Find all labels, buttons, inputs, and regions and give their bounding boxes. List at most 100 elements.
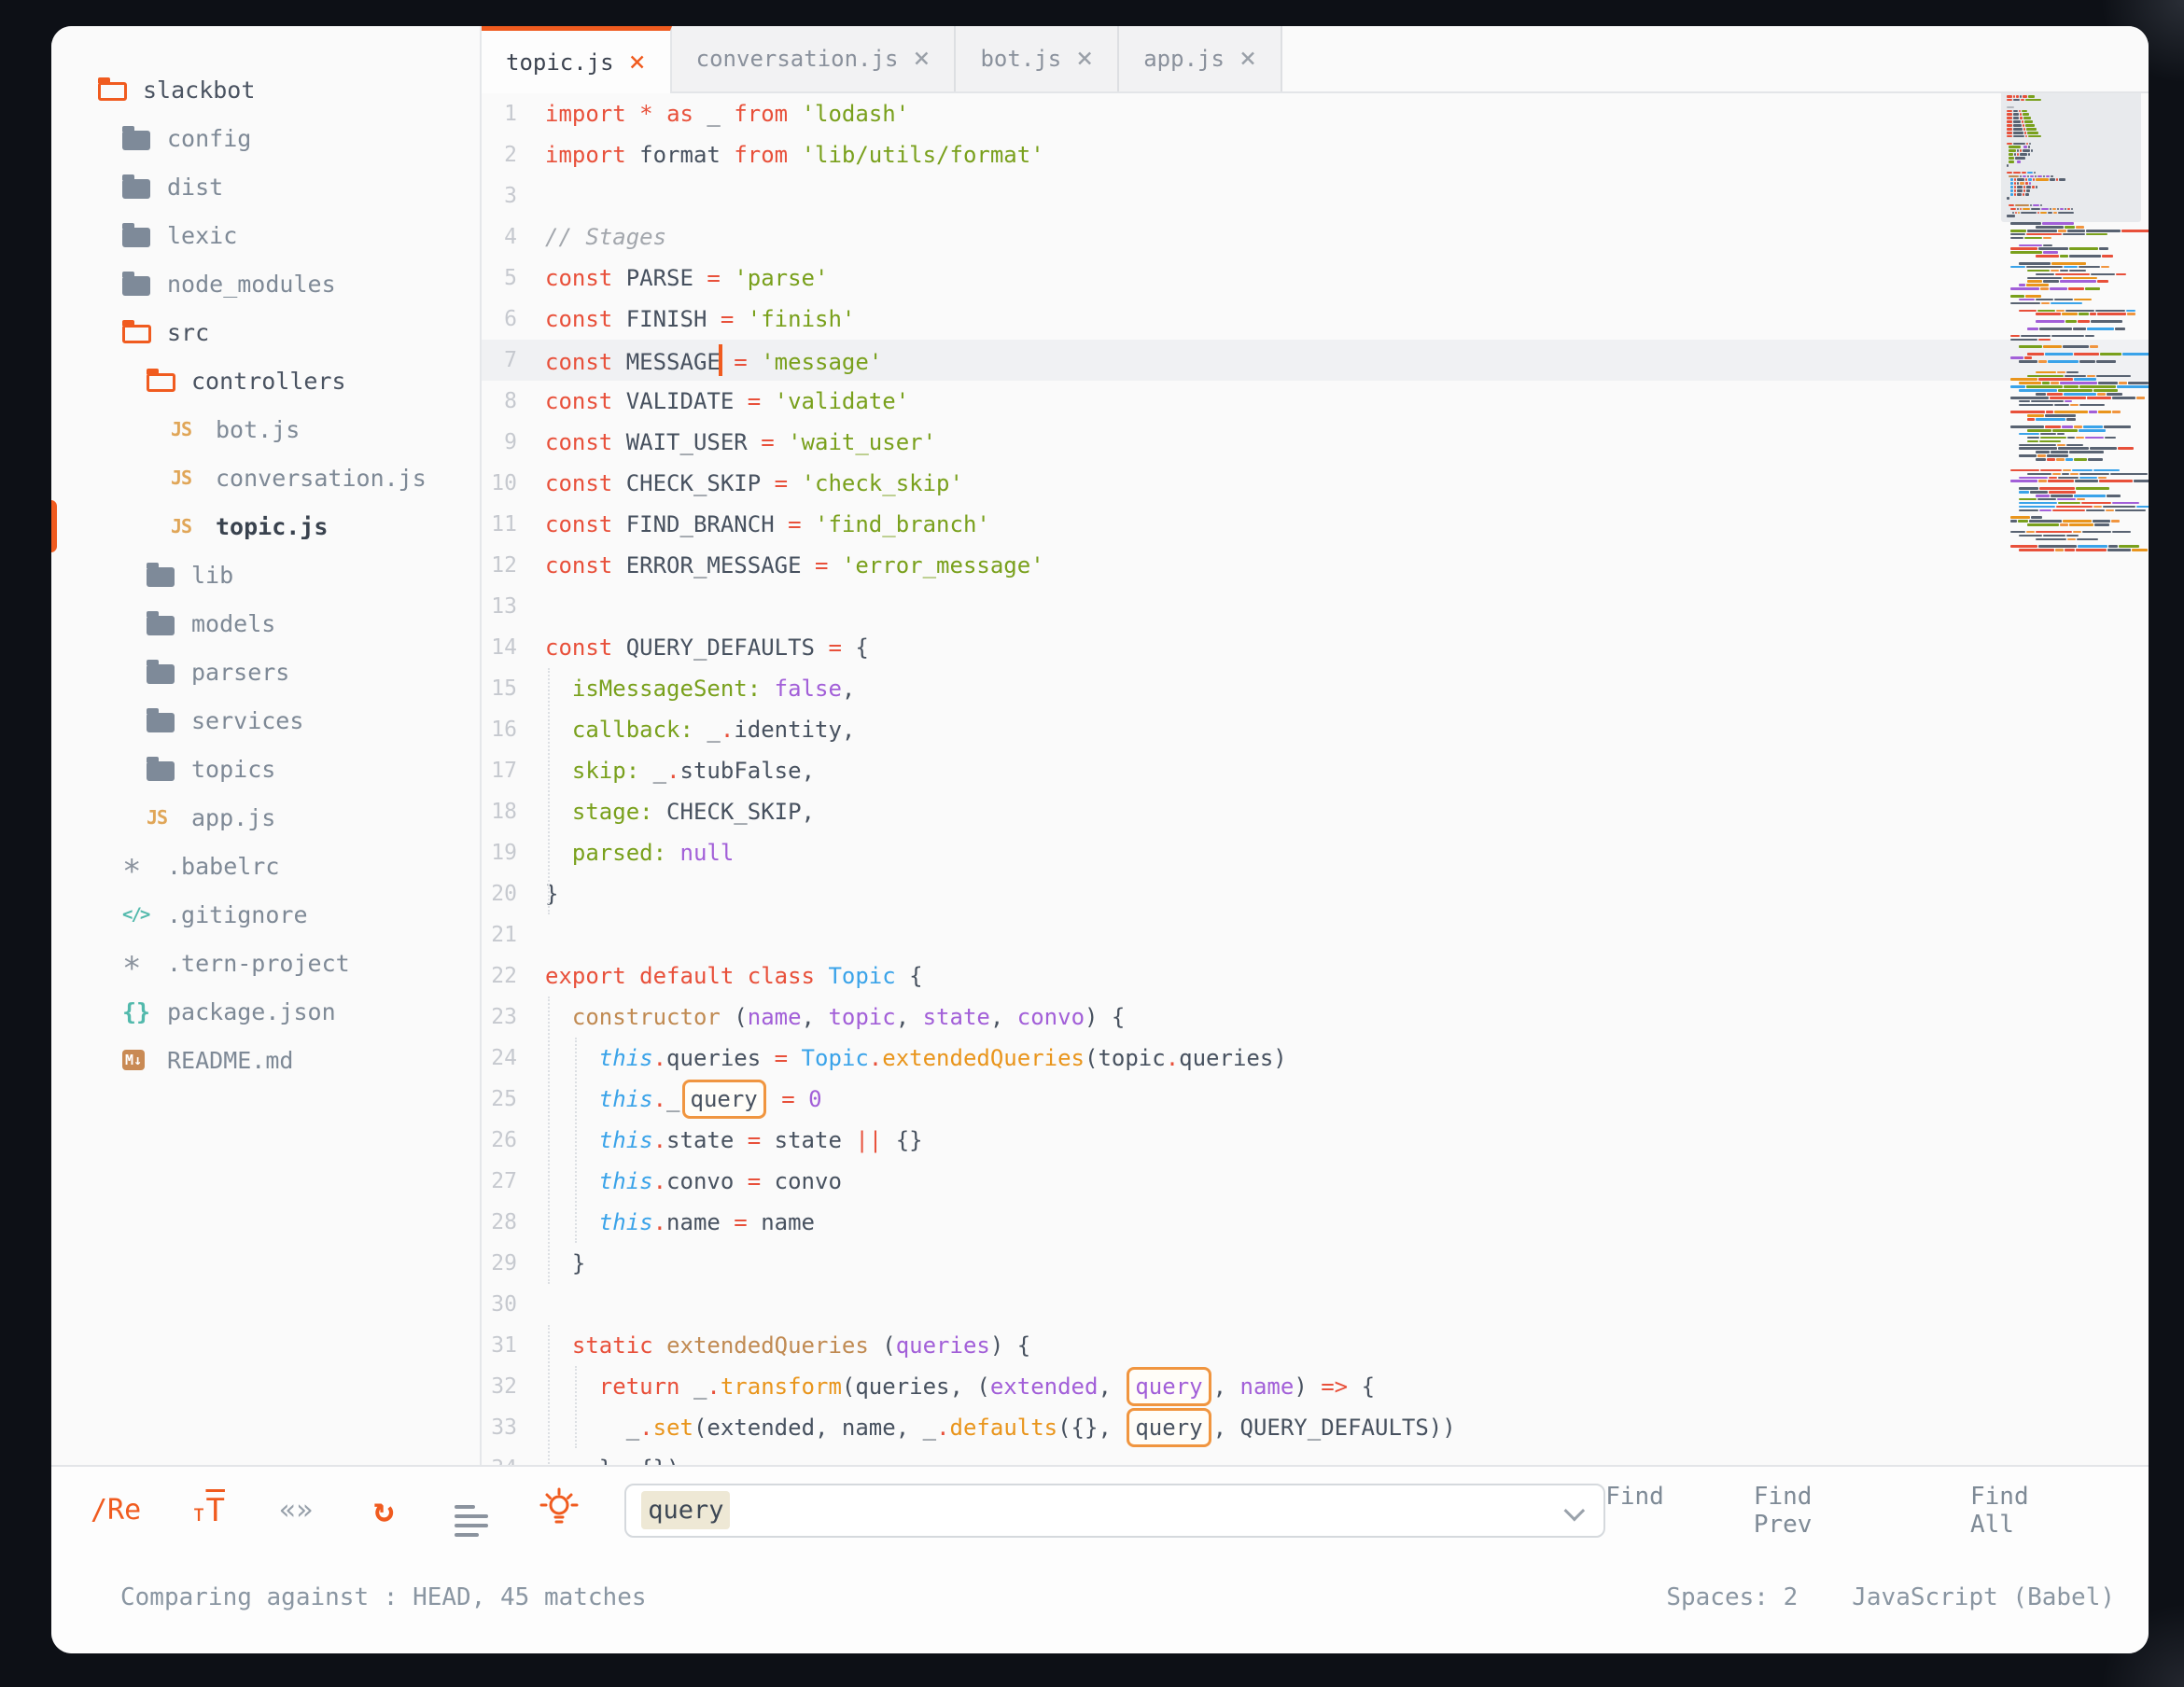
code-editor[interactable]: 1 import * as _ from 'lodash' 2 import form… <box>482 93 2149 1465</box>
line-number: 4 <box>504 225 517 249</box>
js-icon: JS <box>171 418 192 440</box>
code-line[interactable]: 4 // Stages <box>482 216 2149 258</box>
code-text: this._ query = 0 <box>545 1080 822 1119</box>
sidebar-item-node-modules[interactable]: node_modules <box>51 259 480 308</box>
code-line[interactable]: 34 }, {}) <box>482 1448 2149 1465</box>
sidebar-item-label: config <box>167 124 252 152</box>
sidebar-item-models[interactable]: models <box>51 599 480 648</box>
code-line[interactable]: 27 this.convo = convo <box>482 1161 2149 1202</box>
close-icon[interactable]: × <box>913 45 930 73</box>
tab-topic-js[interactable]: topic.js × <box>482 26 672 93</box>
spaces-indicator[interactable]: Spaces: 2 <box>1666 1583 1798 1611</box>
selection-icon[interactable]: «» <box>275 1494 316 1527</box>
tab-app-js[interactable]: app.js × <box>1119 26 1282 91</box>
js-icon: JS <box>147 806 168 829</box>
code-line[interactable]: 29 } <box>482 1243 2149 1284</box>
sidebar-item-readme-md[interactable]: M↓ README.md <box>51 1036 480 1084</box>
wrap-icon[interactable]: ↻ <box>363 1491 404 1529</box>
code-line[interactable]: 33 _.set(extended, name, _.defaults({}, … <box>482 1407 2149 1448</box>
code-line[interactable]: 15 isMessageSent: false, <box>482 668 2149 709</box>
code-line[interactable]: 5 const PARSE = 'parse' <box>482 258 2149 299</box>
sidebar-item-conversation-js[interactable]: JS conversation.js <box>51 453 480 502</box>
language-indicator[interactable]: JavaScript (Babel) <box>1852 1583 2115 1611</box>
sidebar-item-lib[interactable]: lib <box>51 551 480 599</box>
line-number: 20 <box>491 882 517 906</box>
sidebar-item-label: models <box>191 609 276 637</box>
code-line[interactable]: 13 <box>482 586 2149 627</box>
find-prev-button[interactable]: Find Prev <box>1754 1483 1881 1539</box>
sidebar-item--gitignore[interactable]: </> .gitignore <box>51 890 480 939</box>
find-button[interactable]: Find <box>1605 1483 1664 1539</box>
folder-icon <box>122 174 158 199</box>
sidebar-item-slackbot[interactable]: slackbot <box>51 65 480 114</box>
line-number: 15 <box>491 676 517 701</box>
sidebar-item-label: .gitignore <box>167 900 308 928</box>
sidebar-item-topics[interactable]: topics <box>51 745 480 793</box>
line-number: 13 <box>491 594 517 619</box>
code-line[interactable]: 8 const VALIDATE = 'validate' <box>482 381 2149 422</box>
code-text: callback: _.identity, <box>571 717 856 743</box>
code-line[interactable]: 17 skip: _.stubFalse, <box>482 750 2149 791</box>
folder-icon <box>147 610 182 635</box>
line-number: 30 <box>491 1292 517 1317</box>
code-line[interactable]: 22 export default class Topic { <box>482 955 2149 997</box>
code-line[interactable]: 16 callback: _.identity, <box>482 709 2149 750</box>
code-line[interactable]: 20} <box>482 873 2149 914</box>
code-line[interactable]: 14 const QUERY_DEFAULTS = { <box>482 627 2149 668</box>
code-line[interactable]: 12 const ERROR_MESSAGE = 'error_message' <box>482 545 2149 586</box>
indent-guide <box>575 1366 577 1448</box>
code-line[interactable]: 6 const FINISH = 'finish' <box>482 299 2149 340</box>
line-number: 7 <box>504 348 517 372</box>
line-number: 9 <box>504 430 517 454</box>
code-line[interactable]: 25 this._ query = 0 <box>482 1079 2149 1120</box>
sidebar-item--tern-project[interactable]: * .tern-project <box>51 939 480 987</box>
sidebar-item-lexic[interactable]: lexic <box>51 211 480 259</box>
sidebar-item-parsers[interactable]: parsers <box>51 648 480 696</box>
tab-conversation-js[interactable]: conversation.js × <box>671 26 957 91</box>
code-text: const MESSAGE = 'message' <box>545 344 882 376</box>
sidebar-item-bot-js[interactable]: JS bot.js <box>51 405 480 453</box>
close-icon[interactable]: × <box>1239 45 1256 73</box>
minimap[interactable] <box>2001 93 2149 552</box>
code-line[interactable]: 3 <box>482 175 2149 216</box>
sidebar-item-package-json[interactable]: {} package.json <box>51 987 480 1036</box>
code-line[interactable]: 23 constructor (name, topic, state, conv… <box>482 997 2149 1038</box>
code-line[interactable]: 31 static extendedQueries (queries) { <box>482 1325 2149 1366</box>
chevron-down-icon[interactable] <box>1563 1499 1586 1521</box>
code-line[interactable]: 10 const CHECK_SKIP = 'check_skip' <box>482 463 2149 504</box>
regex-icon[interactable]: /Re <box>91 1494 141 1527</box>
tab-bot-js[interactable]: bot.js × <box>956 26 1120 91</box>
code-line[interactable]: 1 import * as _ from 'lodash' <box>482 93 2149 134</box>
code-line[interactable]: 26 this.state = state || {} <box>482 1120 2149 1161</box>
code-line[interactable]: 11 const FIND_BRANCH = 'find_branch' <box>482 504 2149 545</box>
close-icon[interactable]: × <box>1076 45 1093 73</box>
indent-guide <box>548 1325 550 1465</box>
code-line[interactable]: 18 stage: CHECK_SKIP, <box>482 791 2149 832</box>
sidebar-item-controllers[interactable]: controllers <box>51 356 480 405</box>
folder-open-icon <box>122 320 158 343</box>
highlight-icon[interactable] <box>539 1486 580 1535</box>
sidebar-item--babelrc[interactable]: * .babelrc <box>51 842 480 890</box>
sidebar-item-src[interactable]: src <box>51 308 480 356</box>
code-line[interactable]: 24 this.queries = Topic.extendedQueries(… <box>482 1038 2149 1079</box>
search-input[interactable]: query <box>624 1483 1606 1538</box>
sidebar-item-label: bot.js <box>216 415 301 443</box>
code-line[interactable]: 19 parsed: null <box>482 832 2149 873</box>
code-line[interactable]: 7 const MESSAGE = 'message' <box>482 340 2149 381</box>
sidebar-item-services[interactable]: services <box>51 696 480 745</box>
code-line[interactable]: 9 const WAIT_USER = 'wait_user' <box>482 422 2149 463</box>
sidebar-item-topic-js[interactable]: JS topic.js <box>51 502 480 551</box>
sidebar-item-app-js[interactable]: JS app.js <box>51 793 480 842</box>
lines-icon[interactable] <box>451 1484 492 1537</box>
code-line[interactable]: 32 return _.transform(queries, (extended… <box>482 1366 2149 1407</box>
sidebar-item-label: .babelrc <box>167 852 280 880</box>
code-line[interactable]: 2 import format from 'lib/utils/format' <box>482 134 2149 175</box>
find-all-button[interactable]: Find All <box>1970 1483 2083 1539</box>
sidebar-item-dist[interactable]: dist <box>51 162 480 211</box>
close-icon[interactable]: × <box>629 48 646 77</box>
code-line[interactable]: 30 <box>482 1284 2149 1325</box>
sidebar-item-config[interactable]: config <box>51 114 480 162</box>
code-line[interactable]: 21 <box>482 914 2149 955</box>
case-icon[interactable]: тT <box>188 1492 229 1529</box>
code-line[interactable]: 28 this.name = name <box>482 1202 2149 1243</box>
